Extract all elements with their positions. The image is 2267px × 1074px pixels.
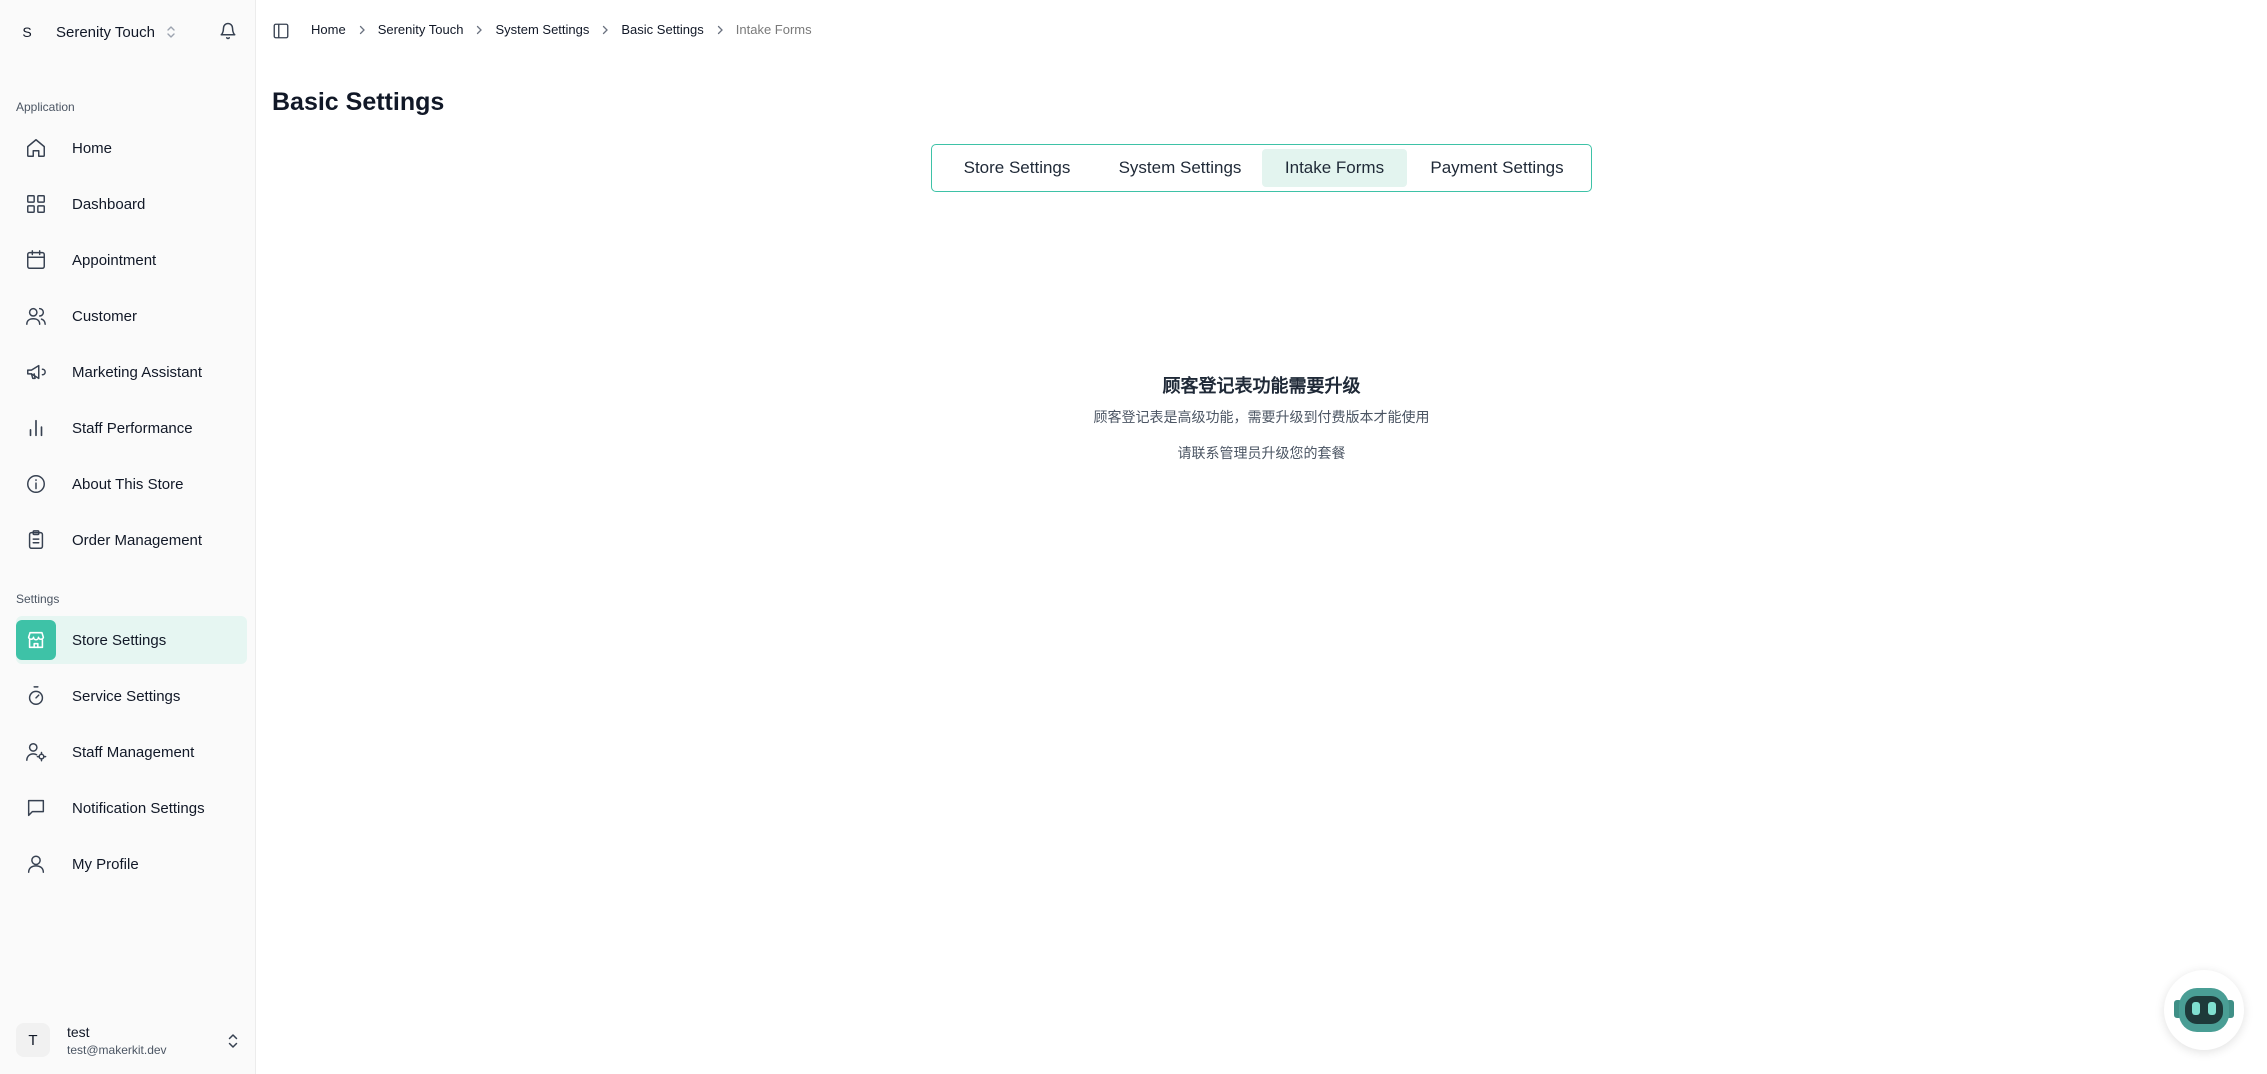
chevron-right-icon <box>359 25 365 34</box>
upgrade-notice-description: 顾客登记表是高级功能，需要升级到付费版本才能使用 <box>1093 409 1430 425</box>
breadcrumb: Home Serenity Touch System Settings Basi… <box>311 22 812 37</box>
sidebar-item-label: Marketing Assistant <box>72 363 203 381</box>
upgrade-notice-title: 顾客登记表功能需要升级 <box>1162 376 1361 396</box>
calendar-icon <box>16 240 56 280</box>
sidebar-item-home[interactable]: Home <box>16 124 247 172</box>
settings-tabs: Store Settings System Settings Intake Fo… <box>931 144 1592 192</box>
sidebar-item-label: Service Settings <box>72 687 181 705</box>
user-email: test@makerkit.dev <box>67 1042 167 1057</box>
group-label-application: Application <box>16 100 75 114</box>
sidebar-item-about-this-store[interactable]: About This Store <box>16 460 247 508</box>
users-icon <box>16 296 56 336</box>
breadcrumb-basic-settings[interactable]: Basic Settings <box>621 22 703 37</box>
chevrons-up-down-icon <box>167 26 175 38</box>
sidebar-item-label: About This Store <box>72 475 184 493</box>
breadcrumb-current: Intake Forms <box>735 22 812 37</box>
sidebar-item-label: Staff Performance <box>72 419 193 437</box>
bar-chart-icon <box>16 408 56 448</box>
sidebar-item-label: Dashboard <box>72 195 146 213</box>
clipboard-icon <box>16 520 56 560</box>
chevrons-up-down-icon <box>228 1034 238 1048</box>
chevron-right-icon <box>717 25 723 34</box>
robot-icon <box>2174 988 2234 1032</box>
sidebar-item-dashboard[interactable]: Dashboard <box>16 180 247 228</box>
upgrade-notice-contact: 请联系管理员升级您的套餐 <box>1177 445 1346 461</box>
message-icon <box>16 788 56 828</box>
bell-icon[interactable] <box>219 22 237 40</box>
sidebar-toggle-icon[interactable] <box>272 22 290 40</box>
user-icon <box>16 844 56 884</box>
sidebar: S Serenity Touch Application Home Dashbo… <box>0 0 256 1074</box>
store-avatar: S <box>22 24 32 40</box>
sidebar-item-label: Staff Management <box>72 743 195 761</box>
avatar: T <box>16 1023 50 1057</box>
tab-payment-settings[interactable]: Payment Settings <box>1407 149 1587 187</box>
user-name: test <box>67 1023 90 1040</box>
store-name: Serenity Touch <box>56 23 155 41</box>
grid-icon <box>16 184 56 224</box>
sidebar-item-service-settings[interactable]: Service Settings <box>16 672 247 720</box>
sidebar-item-label: Home <box>72 139 113 157</box>
tab-system-settings[interactable]: System Settings <box>1098 149 1262 187</box>
sidebar-item-staff-management[interactable]: Staff Management <box>16 728 247 776</box>
breadcrumb-store[interactable]: Serenity Touch <box>378 22 464 37</box>
sidebar-item-notification-settings[interactable]: Notification Settings <box>16 784 247 832</box>
sidebar-item-label: Store Settings <box>72 631 167 649</box>
group-label-settings: Settings <box>16 592 60 606</box>
timer-icon <box>16 676 56 716</box>
sidebar-item-staff-performance[interactable]: Staff Performance <box>16 404 247 452</box>
sidebar-item-label: Order Management <box>72 531 203 549</box>
chevron-right-icon <box>477 25 483 34</box>
chevron-right-icon <box>603 25 609 34</box>
user-cog-icon <box>16 732 56 772</box>
ai-assistant-button[interactable] <box>2164 970 2244 1050</box>
sidebar-item-label: My Profile <box>72 855 139 873</box>
home-icon <box>16 128 56 168</box>
store-icon <box>16 620 56 660</box>
breadcrumb-system-settings[interactable]: System Settings <box>495 22 589 37</box>
sidebar-item-label: Appointment <box>72 251 157 269</box>
sidebar-item-store-settings[interactable]: Store Settings <box>16 616 247 664</box>
sidebar-item-label: Customer <box>72 307 138 325</box>
sidebar-item-marketing-assistant[interactable]: Marketing Assistant <box>16 348 247 396</box>
megaphone-icon <box>16 352 56 392</box>
breadcrumb-home[interactable]: Home <box>311 22 346 37</box>
sidebar-item-customer[interactable]: Customer <box>16 292 247 340</box>
sidebar-item-appointment[interactable]: Appointment <box>16 236 247 284</box>
sidebar-item-order-management[interactable]: Order Management <box>16 516 247 564</box>
tab-intake-forms[interactable]: Intake Forms <box>1262 149 1407 187</box>
store-switcher[interactable]: S Serenity Touch <box>16 16 240 48</box>
sidebar-item-label: Notification Settings <box>72 799 205 817</box>
sidebar-item-my-profile[interactable]: My Profile <box>16 840 247 888</box>
page-title: Basic Settings <box>272 88 445 116</box>
info-icon <box>16 464 56 504</box>
user-menu[interactable]: T test test@makerkit.dev <box>16 1020 240 1060</box>
tab-store-settings[interactable]: Store Settings <box>936 149 1098 187</box>
